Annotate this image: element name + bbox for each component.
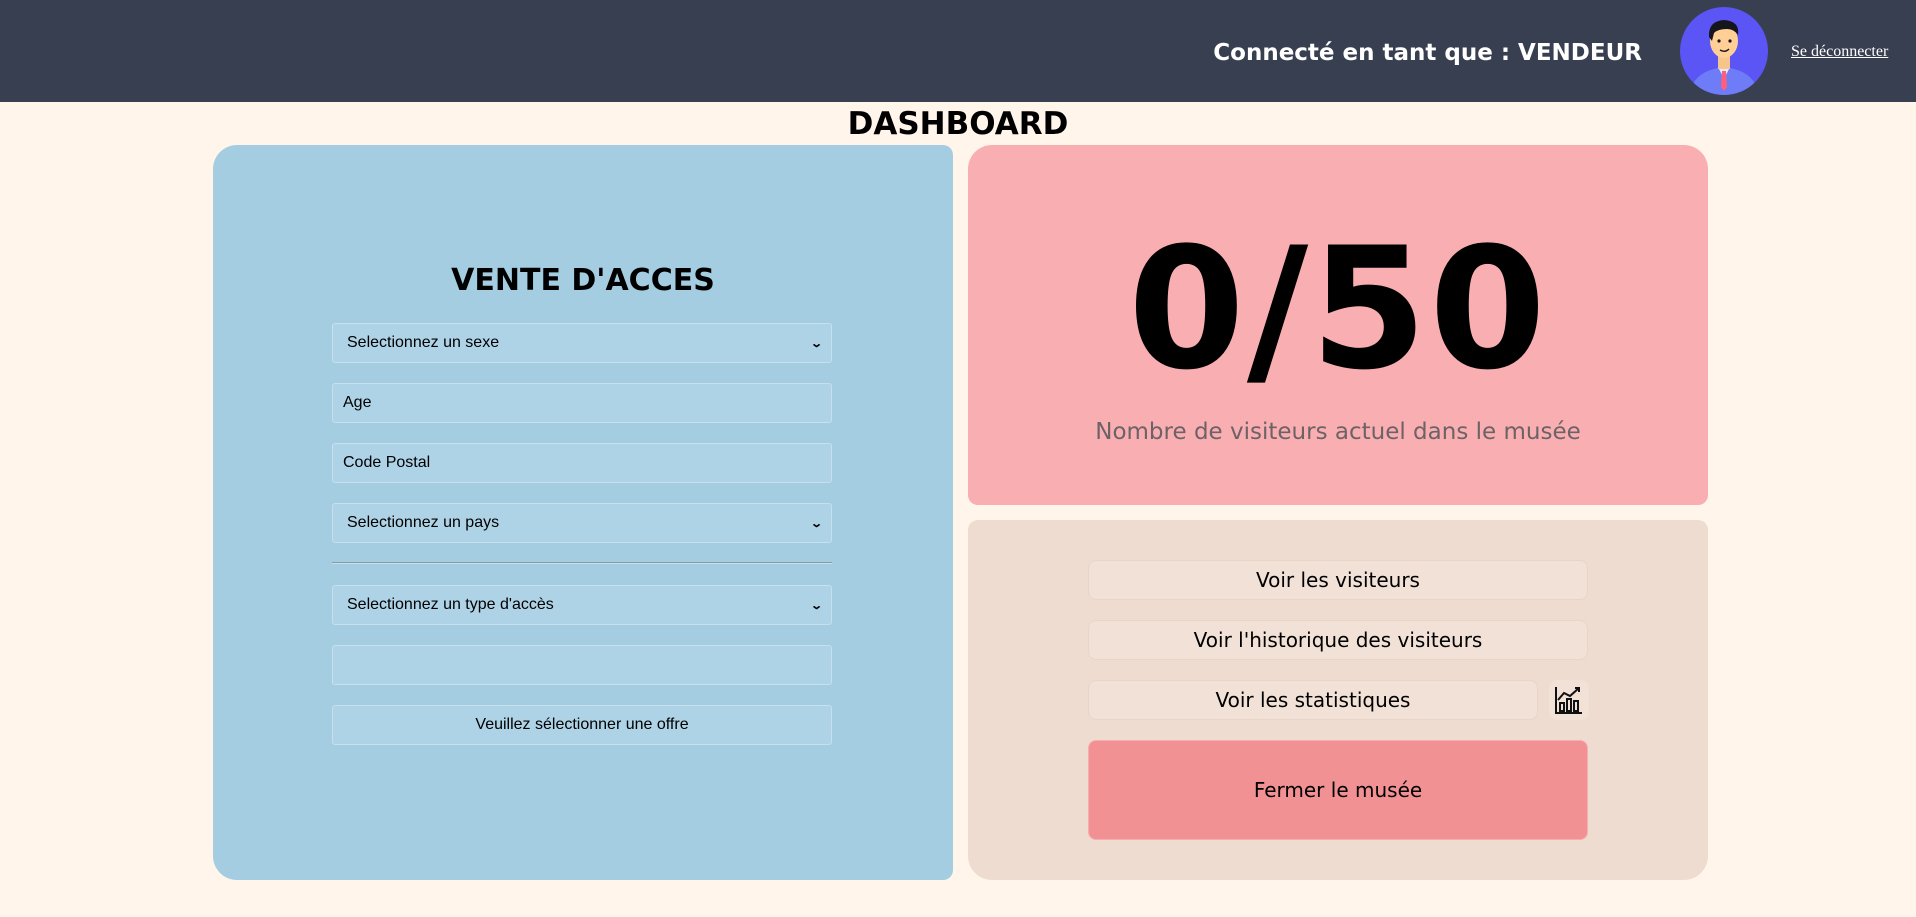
access-sale-panel: VENTE D'ACCES Selectionnez un sexe ⌄ Age… — [213, 145, 953, 880]
country-select-value: Selectionnez un pays — [347, 514, 500, 531]
access-type-select[interactable]: Selectionnez un type d'accès ⌄ — [332, 585, 832, 625]
actions-panel: Voir les visiteurs Voir l'historique des… — [968, 520, 1708, 880]
user-avatar-icon[interactable] — [1680, 7, 1768, 95]
chart-icon[interactable] — [1549, 680, 1589, 720]
access-type-select-value: Selectionnez un type d'accès — [347, 596, 554, 613]
visitor-count-caption: Nombre de visiteurs actuel dans le musée — [1095, 419, 1581, 445]
form-divider — [332, 562, 832, 564]
visitor-count: 0/50 — [1127, 211, 1549, 407]
chevron-down-icon: ⌄ — [809, 599, 823, 612]
country-select[interactable]: Selectionnez un pays ⌄ — [332, 503, 832, 543]
age-input[interactable]: Age — [332, 383, 832, 423]
close-museum-button[interactable]: Fermer le musée — [1088, 740, 1588, 840]
submit-offer-button[interactable]: Veuillez sélectionner une offre — [332, 705, 832, 745]
postal-code-placeholder: Code Postal — [343, 454, 431, 471]
sex-select[interactable]: Selectionnez un sexe ⌄ — [332, 323, 832, 363]
top-bar: Connecté en tant que : VENDEUR Se déconn… — [0, 0, 1916, 102]
visitor-counter-panel: 0/50 Nombre de visiteurs actuel dans le … — [968, 145, 1708, 505]
chevron-down-icon: ⌄ — [809, 337, 823, 350]
logged-in-user-label: Connecté en tant que : VENDEUR — [1213, 40, 1642, 66]
page-title: DASHBOARD — [847, 106, 1069, 142]
view-history-button[interactable]: Voir l'historique des visiteurs — [1088, 620, 1588, 660]
logout-link[interactable]: Se déconnecter — [1791, 43, 1888, 61]
sex-select-value: Selectionnez un sexe — [347, 334, 500, 351]
access-sale-title: VENTE D'ACCES — [451, 263, 715, 298]
postal-code-input[interactable]: Code Postal — [332, 443, 832, 483]
price-field[interactable] — [332, 645, 832, 685]
age-placeholder: Age — [343, 394, 372, 411]
chevron-down-icon: ⌄ — [809, 517, 823, 530]
view-visitors-button[interactable]: Voir les visiteurs — [1088, 560, 1588, 600]
view-stats-button[interactable]: Voir les statistiques — [1088, 680, 1538, 720]
